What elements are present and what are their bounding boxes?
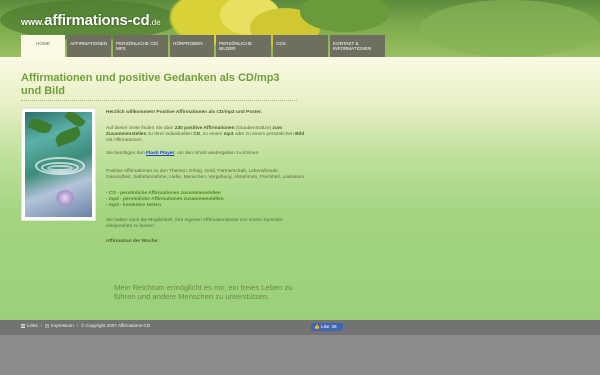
footer-links-link[interactable]: Links xyxy=(21,323,38,328)
title-divider xyxy=(21,100,297,101)
welcome-article: Herzlich willkommen! Positive Affirmatio… xyxy=(106,110,306,255)
intro-text: , zu einem xyxy=(200,132,224,137)
intro-bild: Bild xyxy=(295,132,305,137)
logo-name: affirmations-cd xyxy=(44,12,150,29)
weekly-affirmation-text: Mein Reichtum ermöglicht es mir, ein fre… xyxy=(114,283,293,302)
site-header: www.affirmations-cd.de Home Affirmatione… xyxy=(0,0,600,57)
footer-copyright: © Copyright 2007 Affirmations-CD xyxy=(81,323,151,328)
site-footer: Links / Impressum / © Copyright 2007 Aff… xyxy=(0,320,600,335)
footer-impressum-label: Impressum xyxy=(51,323,74,328)
cd-mp3-links: - CD - persönliche Affirmationen zusamme… xyxy=(106,191,306,209)
photo-flower xyxy=(55,190,75,206)
main-navigation: Home Affirmationen Persönliche CD/ MP3 H… xyxy=(21,35,385,57)
page-bottom-background xyxy=(0,335,600,375)
logo-tld: .de xyxy=(149,18,161,27)
flash-text: , um den Inhalt wiedergeben zu können. xyxy=(174,151,260,156)
mp3-free-test-link[interactable]: - mp3 - kostenlos testen xyxy=(106,203,306,209)
intro-count: 230 positive Affirmationen xyxy=(174,126,235,131)
photo-water-ring xyxy=(47,165,73,171)
header-background-leaves xyxy=(420,0,600,57)
footer-separator: / xyxy=(76,323,79,328)
intro-text: mit Affirmationen. xyxy=(106,138,143,143)
intro-mp3: mp3 xyxy=(223,132,234,137)
links-icon xyxy=(21,323,25,328)
main-content: Affirmationen und positive Gedanken als … xyxy=(0,57,600,320)
topics-paragraph: Positive Affirmationen zu den Themen: Er… xyxy=(106,169,305,180)
footer-links: Links / Impressum / © Copyright 2007 Aff… xyxy=(21,323,150,328)
impressum-icon xyxy=(45,323,50,328)
weekly-affirmation-label: Affirmation der Woche: xyxy=(106,239,159,244)
nav-item-persoenliche-bilder[interactable]: Persönliche Bilder xyxy=(216,35,271,57)
water-ripple-image xyxy=(25,112,92,217)
site-logo[interactable]: www.affirmations-cd.de xyxy=(21,12,161,30)
intro-text: oder zu einem persönlichen xyxy=(233,132,296,137)
own-texts-paragraph: Sie haben auch die Möglichkeit, Ihre eig… xyxy=(106,218,283,229)
photo-leaf xyxy=(27,115,53,137)
facebook-like-button[interactable]: 👍 Like 26 xyxy=(311,323,343,331)
nav-item-home[interactable]: Home xyxy=(21,35,65,57)
flash-text: Sie benötigen den xyxy=(106,151,147,156)
footer-links-label: Links xyxy=(27,323,38,328)
welcome-heading: Herzlich willkommen! Positive Affirmatio… xyxy=(106,110,263,115)
nav-item-kontakt-informationen[interactable]: Kontakt & Informationen xyxy=(330,35,385,57)
intro-text: zu Ihrer individuellen xyxy=(146,132,194,137)
intro-text: Auf dieser Seite finden Sie über xyxy=(106,126,175,131)
flash-notice: Sie benötigen den Flash Player, um den I… xyxy=(106,151,306,157)
nav-item-cds[interactable]: CDs xyxy=(273,35,328,57)
nav-item-persoenliche-cd-mp3[interactable]: Persönliche CD/ MP3 xyxy=(113,35,168,57)
nav-item-hoerproben[interactable]: Hörproben xyxy=(170,35,214,57)
page-title: Affirmationen und positive Gedanken als … xyxy=(21,72,280,97)
intro-paragraph: Auf dieser Seite finden Sie über 230 pos… xyxy=(106,126,306,144)
nav-item-affirmationen[interactable]: Affirmationen xyxy=(67,35,111,57)
footer-separator: / xyxy=(40,323,43,328)
facebook-thumb-icon: 👍 xyxy=(314,324,320,329)
like-label: Like xyxy=(321,324,330,329)
flash-player-link[interactable]: Flash Player xyxy=(146,151,174,156)
logo-www: www. xyxy=(21,17,45,27)
footer-impressum-link[interactable]: Impressum xyxy=(45,323,74,328)
like-count: 26 xyxy=(331,324,337,329)
affirmation-photo xyxy=(21,108,96,221)
intro-text: (Glaubenssätze) xyxy=(234,126,273,131)
photo-leaf xyxy=(53,125,83,148)
